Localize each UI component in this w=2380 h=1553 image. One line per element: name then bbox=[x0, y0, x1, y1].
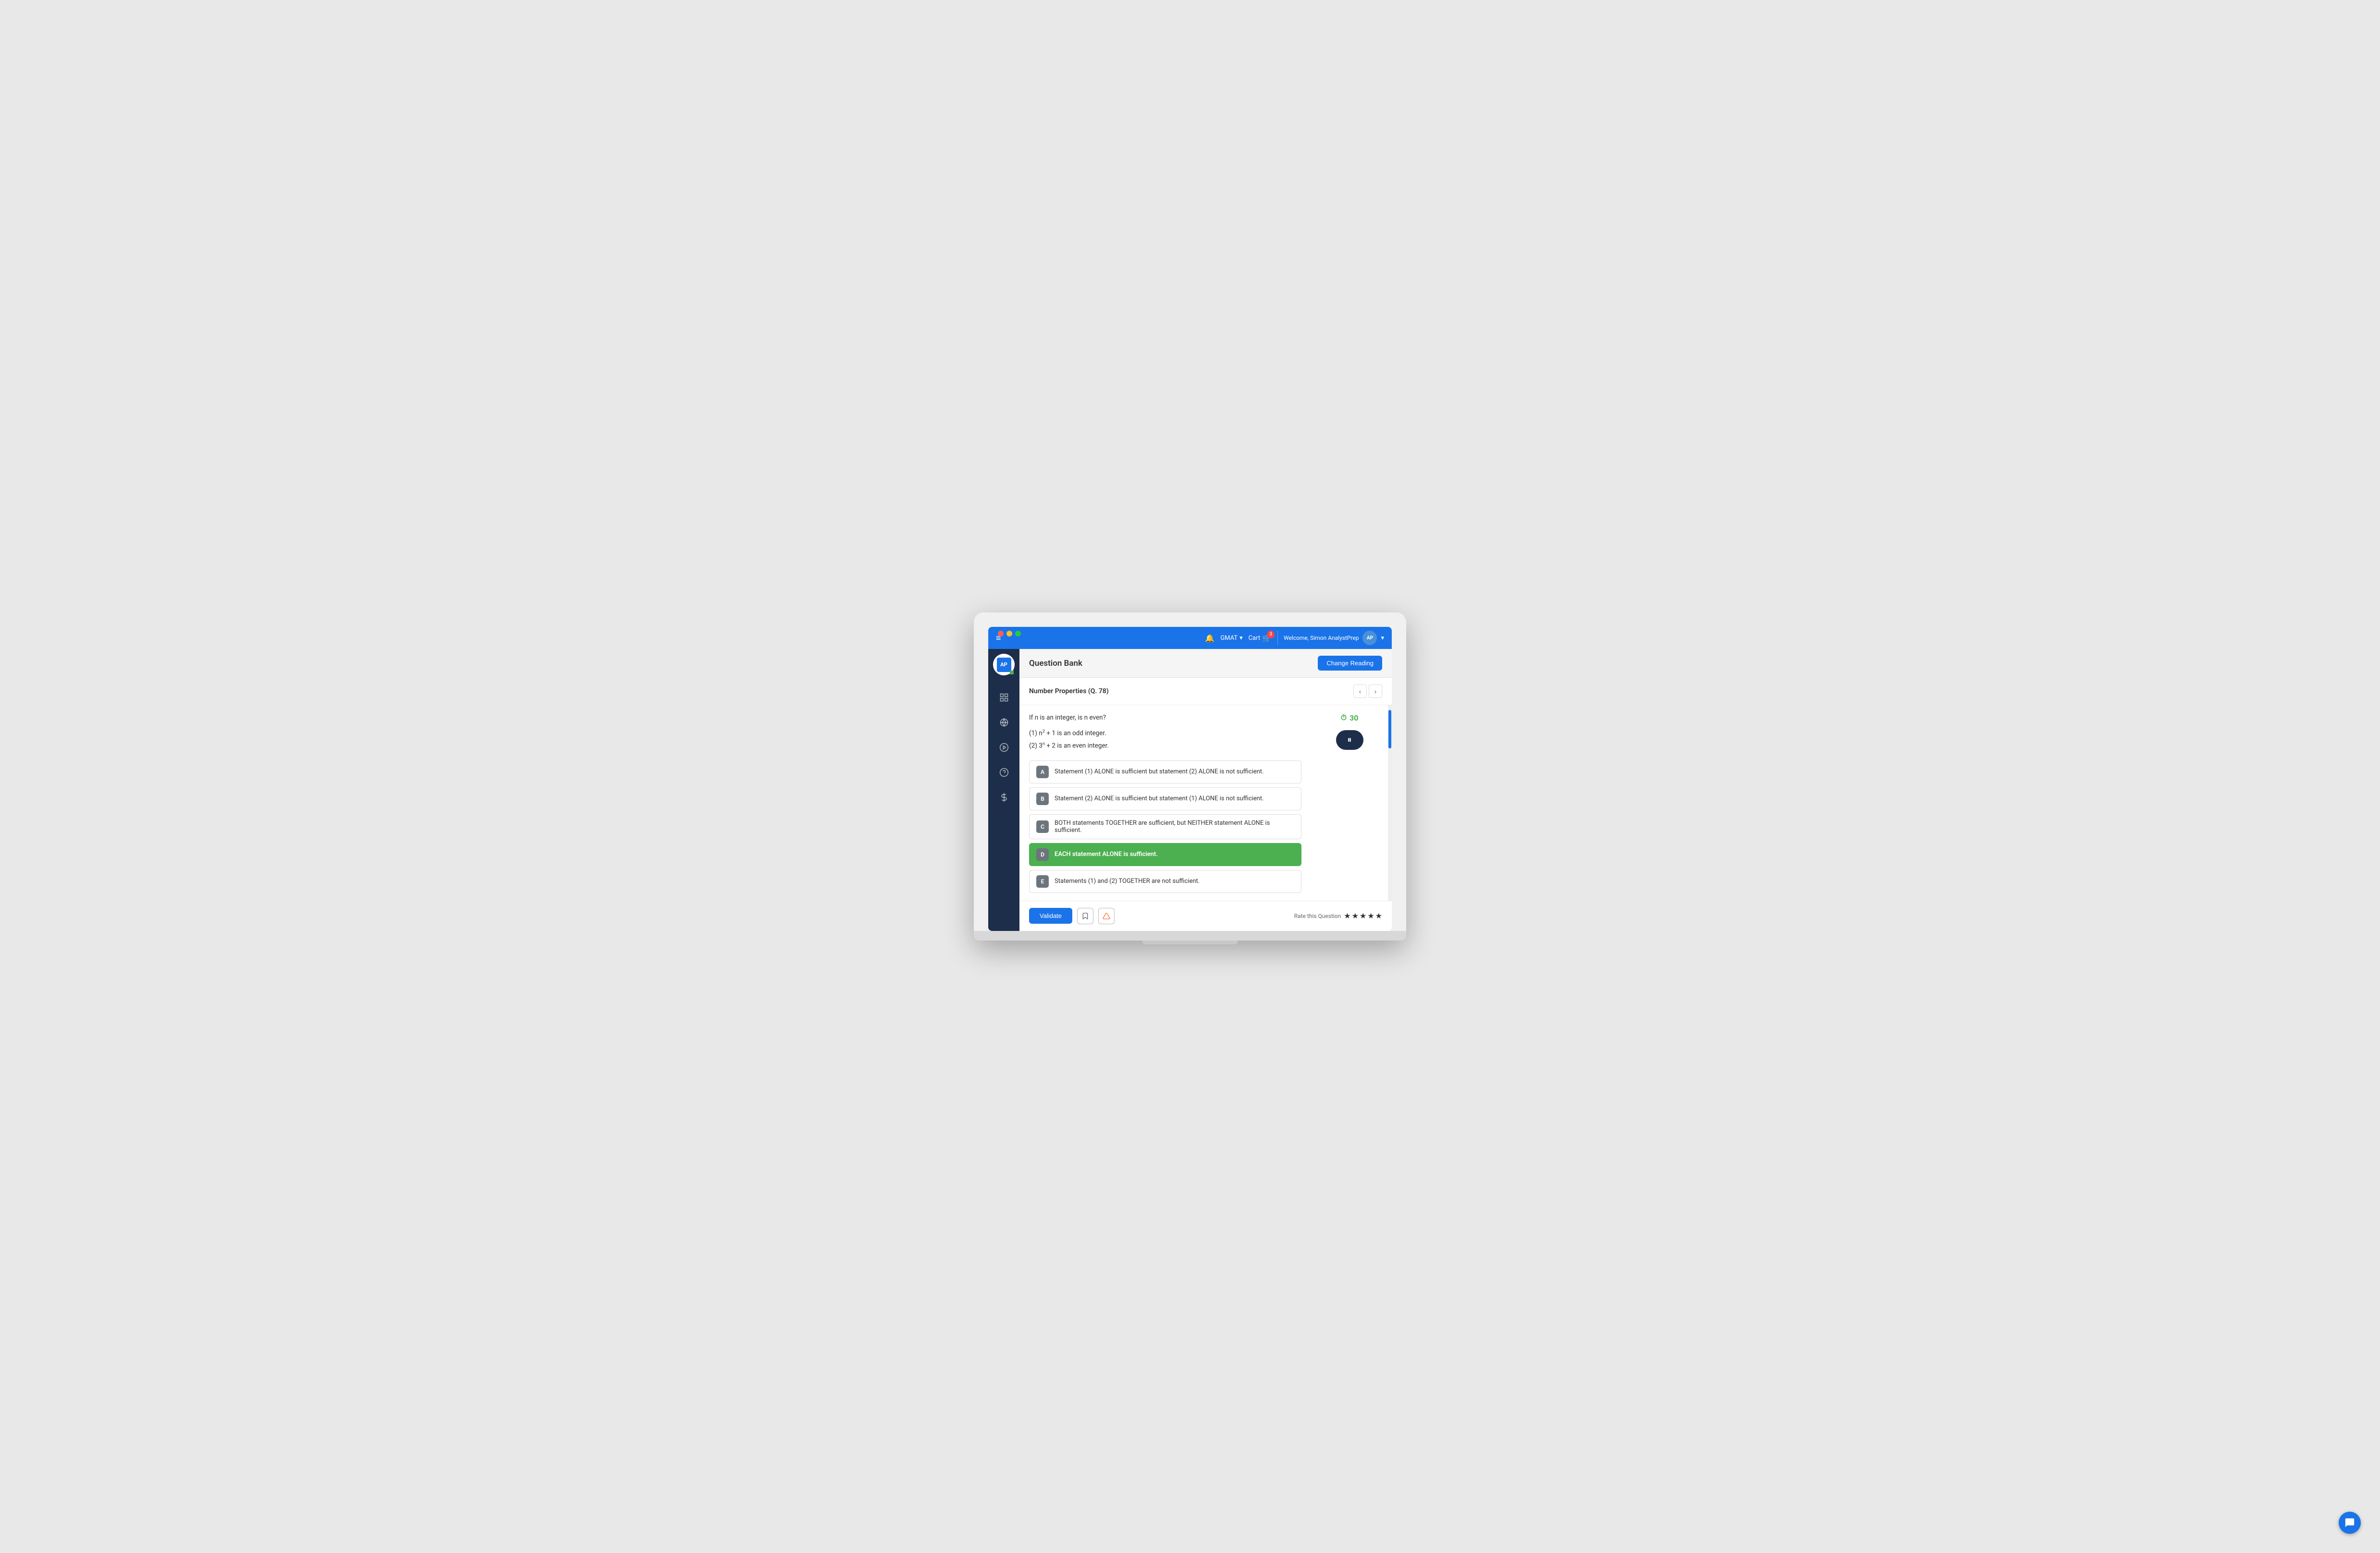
sidebar-item-dashboard[interactable] bbox=[994, 687, 1015, 708]
question-header: Number Properties (Q. 78) ‹ › bbox=[1019, 678, 1392, 705]
option-a-text: Statement (1) ALONE is sufficient but st… bbox=[1055, 768, 1264, 775]
star-4[interactable]: ★ bbox=[1367, 911, 1374, 920]
prev-question-button[interactable]: ‹ bbox=[1353, 685, 1367, 698]
statement-1: (1) n2 + 1 is an odd integer. bbox=[1029, 728, 1301, 738]
user-info: Welcome, Simon AnalystPrep AP ▾ bbox=[1277, 631, 1384, 645]
traffic-green bbox=[1015, 631, 1021, 636]
chevron-down-icon: ▾ bbox=[1239, 635, 1243, 642]
option-e[interactable]: E Statements (1) and (2) TOGETHER are no… bbox=[1029, 870, 1301, 893]
sidebar-item-brain[interactable] bbox=[994, 712, 1015, 733]
pause-button[interactable]: ⏸ bbox=[1336, 730, 1363, 750]
scrollbar[interactable] bbox=[1388, 705, 1392, 901]
question-nav-arrows: ‹ › bbox=[1353, 685, 1382, 698]
option-d-label: D bbox=[1036, 848, 1049, 861]
online-indicator bbox=[1010, 671, 1014, 674]
cart-button[interactable]: Cart 🛒 3 bbox=[1249, 634, 1272, 643]
star-3[interactable]: ★ bbox=[1360, 911, 1366, 920]
notification-bell-icon[interactable]: 🔔 bbox=[1205, 634, 1215, 643]
question-body: If n is an integer, is n even? (1) n2 + … bbox=[1019, 705, 1392, 901]
question-category: Number Properties (Q. 78) bbox=[1029, 687, 1109, 695]
scrollbar-thumb bbox=[1388, 710, 1391, 748]
sidebar-item-video[interactable] bbox=[994, 737, 1015, 758]
option-a-label: A bbox=[1036, 766, 1049, 778]
logo-inner: AP bbox=[997, 658, 1011, 672]
star-5[interactable]: ★ bbox=[1375, 911, 1382, 920]
option-e-label: E bbox=[1036, 875, 1049, 888]
page-header: Question Bank Change Reading bbox=[1019, 649, 1392, 678]
avatar: AP bbox=[1362, 631, 1377, 645]
option-b-label: B bbox=[1036, 793, 1049, 805]
flag-button[interactable] bbox=[1098, 908, 1115, 924]
option-b-text: Statement (2) ALONE is sufficient but st… bbox=[1055, 795, 1264, 802]
bookmark-button[interactable] bbox=[1077, 908, 1093, 924]
cart-badge: 3 bbox=[1267, 631, 1275, 638]
star-1[interactable]: ★ bbox=[1344, 911, 1350, 920]
sidebar-logo[interactable]: AP bbox=[993, 654, 1015, 675]
bottom-bar: Validate Rate this Question ★ ★ bbox=[1019, 901, 1392, 931]
option-b[interactable]: B Statement (2) ALONE is sufficient but … bbox=[1029, 787, 1301, 810]
chat-button[interactable] bbox=[2339, 1512, 2361, 1534]
option-c-label: C bbox=[1036, 820, 1049, 833]
user-chevron-icon: ▾ bbox=[1381, 635, 1384, 642]
gmat-selector[interactable]: GMAT ▾ bbox=[1220, 635, 1242, 642]
option-e-text: Statements (1) and (2) TOGETHER are not … bbox=[1055, 878, 1200, 885]
next-question-button[interactable]: › bbox=[1369, 685, 1382, 698]
question-text: If n is an integer, is n even? bbox=[1029, 713, 1301, 722]
answer-options: A Statement (1) ALONE is sufficient but … bbox=[1029, 760, 1301, 893]
stars-container[interactable]: ★ ★ ★ ★ ★ bbox=[1344, 911, 1382, 920]
sidebar-item-help[interactable] bbox=[994, 762, 1015, 783]
question-right-panel: ⏱ 30 ⏸ bbox=[1311, 705, 1388, 901]
option-c[interactable]: C BOTH statements TOGETHER are sufficien… bbox=[1029, 814, 1301, 839]
rate-section: Rate this Question ★ ★ ★ ★ ★ bbox=[1294, 911, 1382, 920]
traffic-red bbox=[998, 631, 1004, 636]
timer-icon: ⏱ bbox=[1341, 713, 1347, 722]
star-2[interactable]: ★ bbox=[1352, 911, 1359, 920]
timer-display: ⏱ 30 bbox=[1341, 713, 1359, 722]
content-area: Question Bank Change Reading Number Prop… bbox=[1019, 649, 1392, 931]
sidebar-item-pricing[interactable] bbox=[994, 787, 1015, 808]
traffic-yellow bbox=[1006, 631, 1012, 636]
top-nav-bar: ≡ 🔔 GMAT ▾ Cart 🛒 3 Welcome, Simon Analy… bbox=[988, 627, 1392, 649]
option-d-text: EACH statement ALONE is sufficient. bbox=[1055, 851, 1158, 858]
timer-value: 30 bbox=[1349, 713, 1358, 722]
laptop-base bbox=[974, 931, 1406, 941]
rate-label: Rate this Question bbox=[1294, 913, 1341, 919]
option-a[interactable]: A Statement (1) ALONE is sufficient but … bbox=[1029, 760, 1301, 783]
validate-button[interactable]: Validate bbox=[1029, 908, 1072, 924]
option-c-text: BOTH statements TOGETHER are sufficient,… bbox=[1055, 819, 1294, 834]
statement-2: (2) 3n + 2 is an even integer. bbox=[1029, 741, 1301, 751]
option-d[interactable]: D EACH statement ALONE is sufficient. bbox=[1029, 843, 1301, 866]
page-title: Question Bank bbox=[1029, 659, 1082, 668]
sidebar: AP bbox=[988, 649, 1019, 931]
question-left-panel: If n is an integer, is n even? (1) n2 + … bbox=[1019, 705, 1311, 901]
question-container: Number Properties (Q. 78) ‹ › If n is an… bbox=[1019, 678, 1392, 931]
logo-text: AP bbox=[1000, 661, 1007, 668]
change-reading-button[interactable]: Change Reading bbox=[1318, 656, 1382, 671]
